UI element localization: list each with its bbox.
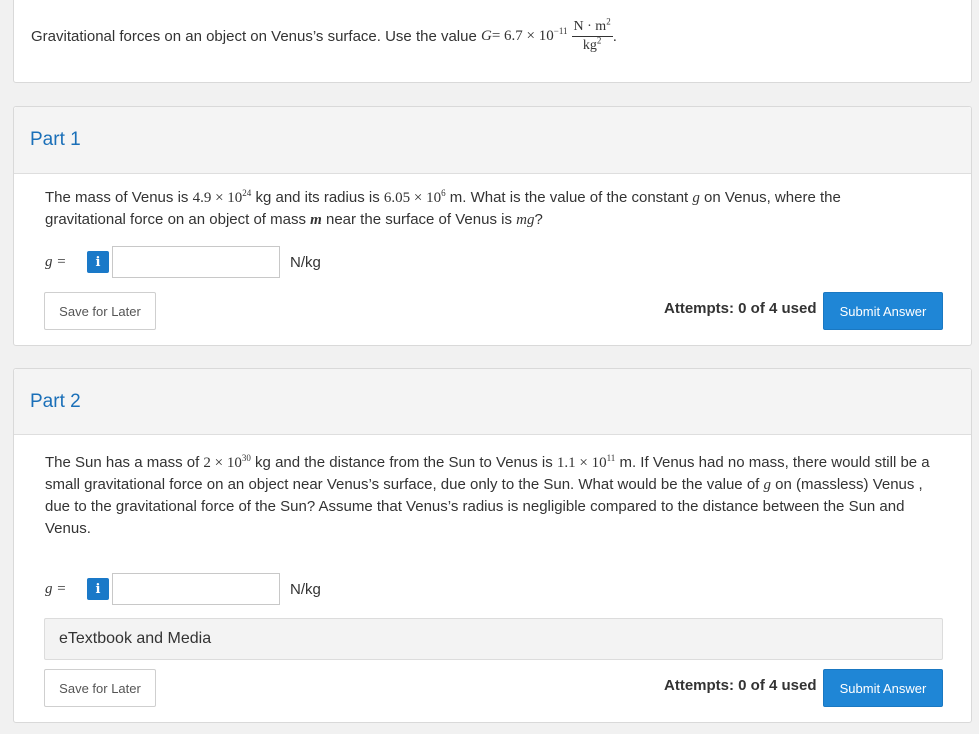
part1-unit-label: N/kg <box>290 253 321 271</box>
part1-answer-input[interactable] <box>112 246 280 278</box>
part2-title: Part 2 <box>30 391 81 412</box>
part1-answer-row: g = i N/kg <box>45 245 321 279</box>
g-constant-symbol: G <box>481 28 492 45</box>
part2-header: Part 2 <box>14 369 971 435</box>
part2-save-for-later-button[interactable]: Save for Later <box>44 669 156 707</box>
part2-unit-label: N/kg <box>290 580 321 598</box>
part1-submit-answer-button[interactable]: Submit Answer <box>823 292 943 330</box>
etextbook-and-media-panel[interactable]: eTextbook and Media <box>44 618 943 660</box>
part1-attempts-counter: Attempts: 0 of 4 used <box>664 300 817 317</box>
problem-intro-text: Gravitational forces on an object on Ven… <box>31 16 617 54</box>
part2-card: Part 2 The Sun has a mass of 2 × 1030 kg… <box>13 368 972 723</box>
part1-save-for-later-button[interactable]: Save for Later <box>44 292 156 330</box>
part1-title: Part 1 <box>30 129 81 150</box>
part1-question: The mass of Venus is 4.9 × 1024 kg and i… <box>45 188 841 229</box>
g-constant-unit: N · m2 kg2 <box>571 16 613 54</box>
problem-intro-card: Gravitational forces on an object on Ven… <box>13 0 972 83</box>
part2-answer-row: g = i N/kg <box>45 572 321 606</box>
part1-g-label: g = <box>45 253 67 270</box>
intro-statement: Gravitational forces on an object on Ven… <box>31 28 477 46</box>
info-icon[interactable]: i <box>87 251 109 273</box>
part2-attempts-counter: Attempts: 0 of 4 used <box>664 677 817 694</box>
part1-header: Part 1 <box>14 107 971 174</box>
part1-card: Part 1 The mass of Venus is 4.9 × 1024 k… <box>13 106 972 346</box>
part2-submit-answer-button[interactable]: Submit Answer <box>823 669 943 707</box>
part2-answer-input[interactable] <box>112 573 280 605</box>
info-icon[interactable]: i <box>87 578 109 600</box>
part2-g-label: g = <box>45 580 67 597</box>
g-constant-value: = 6.7 × 10−11 <box>491 26 568 45</box>
part2-question: The Sun has a mass of 2 × 1030 kg and th… <box>45 453 930 538</box>
